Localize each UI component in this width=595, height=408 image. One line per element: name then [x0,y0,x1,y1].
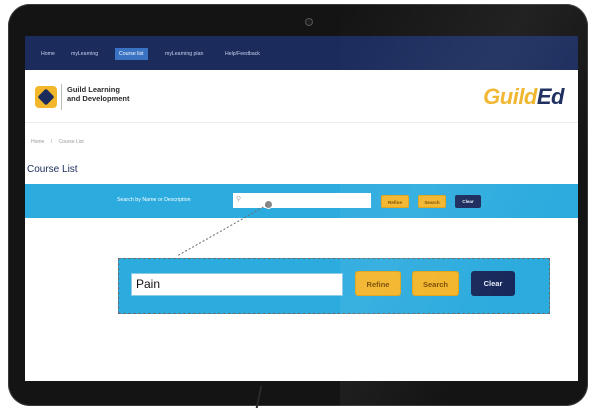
breadcrumb-separator: / [50,139,53,145]
refine-button[interactable]: Refine [381,195,409,208]
search-bar: Search by Name or Description ⚲ Refine S… [25,184,578,218]
guilded-brand[interactable]: GuildEd [483,84,564,110]
zoomed-search-button[interactable]: Search [412,271,459,296]
nav-item-learning-plan[interactable]: myLearning plan [161,48,207,60]
zoomed-search-callout: Pain Refine Search Clear [118,258,550,314]
page-title: Course List [27,164,78,175]
breadcrumb: Home / Course List [31,139,89,145]
browser-screen: Home myLearning Course list myLearning p… [25,36,578,381]
zoomed-refine-button[interactable]: Refine [355,271,401,296]
nav-item-help[interactable]: Help/Feedback [221,48,264,60]
brand-ed: Ed [536,84,565,109]
nav-item-home[interactable]: Home [37,48,59,60]
org-name: Guild Learning and Development [67,85,157,103]
clear-button[interactable]: Clear [455,195,481,208]
logo-divider [61,84,62,110]
org-name-line2: and Development [67,93,130,103]
nav-item-mylearning[interactable]: myLearning [67,48,102,60]
zoomed-clear-button[interactable]: Clear [471,271,515,296]
guild-logo-icon[interactable] [35,86,57,108]
camera-icon [305,18,313,26]
breadcrumb-home[interactable]: Home [31,139,44,145]
top-nav: Home myLearning Course list myLearning p… [25,36,578,70]
logo-mark [37,88,55,106]
zoomed-search-input[interactable]: Pain [131,273,343,296]
brand-guild: Guild [483,84,537,109]
nav-item-course-list[interactable]: Course list [115,48,148,60]
search-button[interactable]: Search [418,195,446,208]
breadcrumb-current: Course List [58,139,84,145]
site-header: Guild Learning and Development GuildEd [25,70,578,123]
callout-leader-line [176,204,268,257]
